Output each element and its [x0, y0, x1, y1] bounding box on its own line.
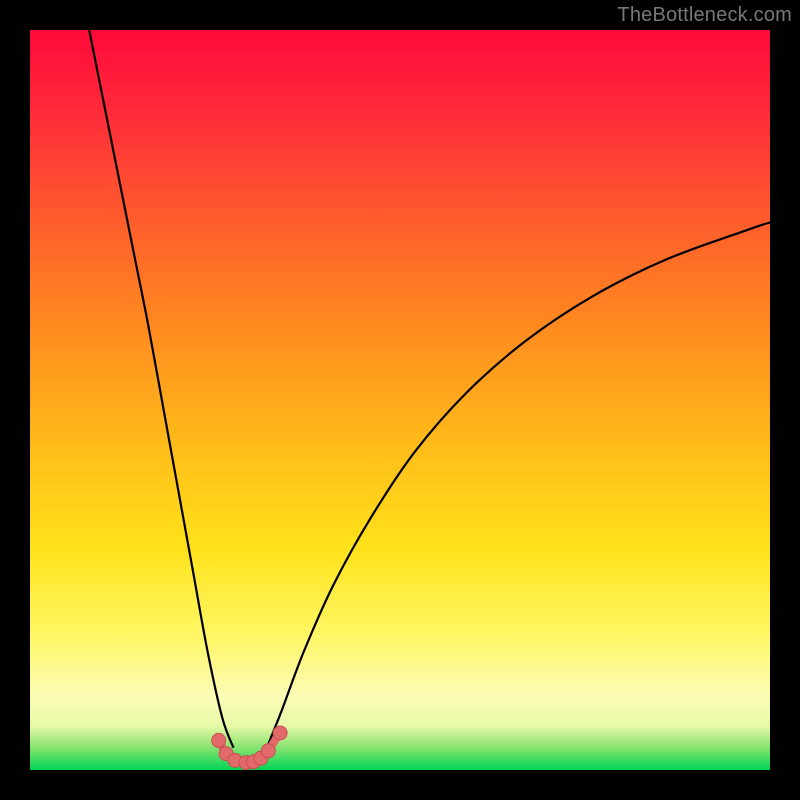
watermark-text: TheBottleneck.com: [617, 4, 792, 27]
plot-area: [30, 30, 770, 770]
marker-dot: [212, 733, 226, 747]
curve-left-path: [89, 30, 233, 748]
bottom-markers-group: [212, 726, 287, 770]
marker-dot: [273, 726, 287, 740]
curve-right-path: [267, 222, 770, 747]
chart-frame: TheBottleneck.com: [0, 0, 800, 800]
curve-layer: [30, 30, 770, 770]
marker-dot: [261, 744, 275, 758]
